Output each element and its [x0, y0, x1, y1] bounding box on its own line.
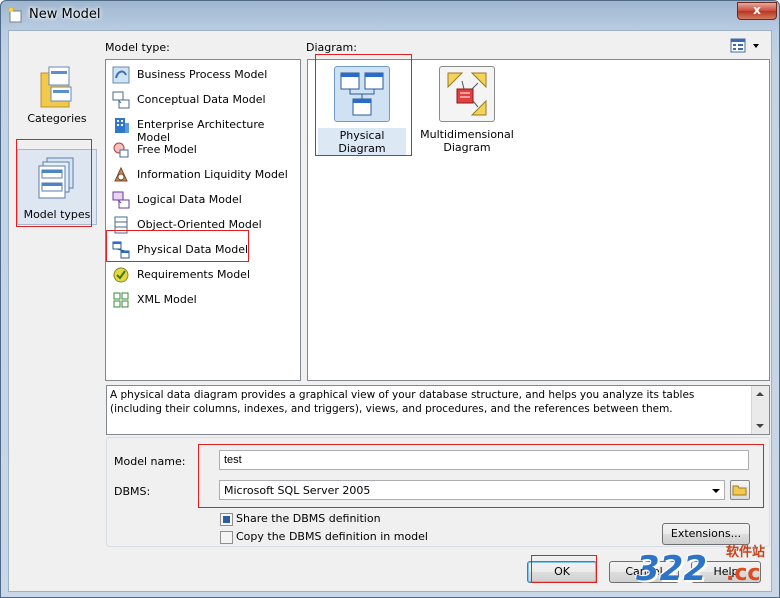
category-label: Categories: [27, 112, 87, 125]
new-model-icon: [8, 7, 22, 23]
site-watermark: 软件站 322 .cc: [628, 531, 778, 593]
model-name-label: Model name:: [114, 455, 186, 468]
dbms-label: DBMS:: [114, 485, 151, 498]
free-model-icon: [113, 142, 129, 158]
close-button[interactable]: x: [737, 2, 777, 20]
folder-open-icon: [732, 485, 747, 496]
view-list-icon: [730, 38, 759, 53]
model-type-item-selected[interactable]: Physical Data Model: [110, 239, 296, 261]
diagram-label-multidimensional: Multidimensional Diagram: [420, 128, 514, 154]
model-type-list[interactable]: Business Process Model Conceptual Data M…: [105, 59, 301, 381]
watermark-number: 322: [636, 549, 707, 589]
watermark-text: 软件站: [726, 545, 766, 560]
information-liquidity-icon: [114, 166, 128, 182]
watermark-suffix: .cc: [726, 561, 761, 586]
view-options-button[interactable]: [729, 38, 765, 54]
diagram-label-physical: Physical Diagram: [318, 128, 406, 156]
xml-model-icon: [113, 292, 129, 308]
physical-data-icon: [112, 241, 130, 259]
model-type-item[interactable]: Conceptual Data Model: [110, 89, 296, 111]
model-type-item[interactable]: Information Liquidity Model: [110, 164, 296, 186]
object-oriented-icon: [114, 216, 128, 234]
model-name-input[interactable]: [219, 450, 749, 470]
close-icon: x: [753, 3, 761, 17]
copy-dbms-checkbox[interactable]: [220, 531, 233, 544]
title-bar[interactable]: New Model x: [1, 1, 779, 29]
logical-data-icon: [112, 191, 130, 209]
share-dbms-label[interactable]: Share the DBMS definition: [236, 512, 381, 525]
scroll-down-icon[interactable]: [756, 424, 764, 428]
category-label: Model types: [23, 208, 91, 221]
chevron-down-icon[interactable]: [707, 481, 724, 499]
model-type-label: Model type:: [105, 41, 170, 54]
diagram-list[interactable]: Physical Diagram Multidimensional Diagra…: [307, 59, 770, 381]
model-type-item[interactable]: XML Model: [110, 289, 296, 311]
business-process-icon: [112, 66, 130, 84]
dbms-selected-value: Microsoft SQL Server 2005: [224, 484, 371, 497]
diagram-item-multidimensional[interactable]: Multidimensional Diagram: [420, 66, 514, 154]
dialog-client-area: Categories Model types Model type: Busin…: [8, 30, 772, 592]
scroll-up-icon[interactable]: [756, 392, 764, 396]
description-text: A physical data diagram provides a graph…: [110, 389, 695, 415]
model-type-item[interactable]: Free Model: [110, 139, 296, 161]
window-title: New Model: [29, 7, 101, 22]
copy-dbms-label[interactable]: Copy the DBMS definition in model: [236, 530, 428, 543]
model-type-item[interactable]: Business Process Model: [110, 64, 296, 86]
folder-icon: [35, 63, 79, 111]
model-type-item[interactable]: Logical Data Model: [110, 189, 296, 211]
conceptual-data-icon: [112, 91, 130, 109]
multidimensional-diagram-icon: [439, 66, 495, 122]
enterprise-architecture-icon: [115, 118, 129, 133]
category-categories[interactable]: Categories: [17, 63, 97, 133]
physical-diagram-icon: [334, 66, 390, 122]
share-dbms-checkbox[interactable]: [220, 513, 233, 526]
model-type-item[interactable]: Requirements Model: [110, 264, 296, 286]
ok-button[interactable]: OK: [527, 561, 597, 583]
dbms-select[interactable]: Microsoft SQL Server 2005: [219, 480, 725, 500]
browse-folder-button[interactable]: [730, 480, 750, 500]
model-type-item[interactable]: Enterprise Architecture Model: [110, 114, 296, 144]
diagram-item-physical[interactable]: Physical Diagram: [318, 66, 406, 156]
requirements-icon: [113, 267, 129, 283]
diagram-label: Diagram:: [306, 41, 357, 54]
category-model-types[interactable]: Model types: [17, 149, 97, 225]
new-model-dialog: New Model x Categories Model types Model…: [0, 0, 780, 598]
description-scrollbar[interactable]: [751, 386, 769, 434]
description-box: A physical data diagram provides a graph…: [106, 385, 770, 435]
model-types-icon: [35, 156, 79, 204]
model-type-item[interactable]: Object-Oriented Model: [110, 214, 296, 236]
